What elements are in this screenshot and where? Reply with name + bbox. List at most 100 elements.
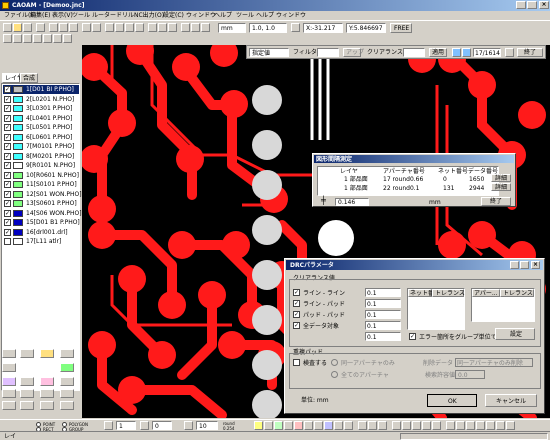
layer-color-swatch[interactable] [13, 200, 23, 207]
layer-row[interactable]: ✓ 8[M0201 P.PHO] [3, 152, 79, 161]
tool-icon[interactable] [33, 34, 42, 43]
layer-visibility-checkbox[interactable]: ✓ [4, 228, 11, 236]
up-icon[interactable] [2, 363, 16, 372]
maximize-button[interactable] [527, 1, 537, 9]
layer-color-swatch[interactable] [13, 124, 23, 131]
layer-visibility-checkbox[interactable]: ✓ [4, 114, 11, 122]
cut-icon[interactable] [49, 23, 58, 32]
tool-icon[interactable] [284, 421, 293, 430]
layer-row[interactable]: ✓ 13[S0601 P.PHO] [3, 199, 79, 208]
tool-icon[interactable] [432, 421, 441, 430]
measure-ok-button[interactable]: 終了 [481, 197, 511, 206]
palette-icon[interactable] [60, 401, 74, 410]
menu-item[interactable]: 編集(E) [30, 12, 50, 19]
layer-row[interactable]: ✓ 9[R0101 N.PHO] [3, 161, 79, 170]
minimize-button[interactable] [516, 1, 526, 9]
layer-row[interactable]: ✓ 10[R0601 N.PHO] [3, 171, 79, 180]
grid-icon[interactable] [148, 23, 157, 32]
copy-icon[interactable] [60, 349, 74, 358]
palette-icon[interactable] [20, 389, 34, 398]
menu-item[interactable]: 設定(C) [163, 12, 184, 19]
minimize-button[interactable] [510, 261, 519, 269]
prev-icon[interactable] [452, 48, 461, 57]
tool-icon[interactable] [402, 421, 411, 430]
info-icon[interactable] [201, 23, 210, 32]
tool-icon[interactable] [422, 421, 431, 430]
tool-icon[interactable] [368, 421, 377, 430]
layer-visibility-checkbox[interactable]: ✓ [4, 162, 11, 169]
menu-item[interactable]: ヘルプ [214, 12, 232, 19]
mode-select[interactable]: 指定値 [249, 48, 289, 57]
tolerance-input[interactable]: 0.0 [455, 370, 485, 379]
open-icon[interactable] [13, 23, 22, 32]
folder-icon[interactable] [40, 349, 54, 358]
layer-row[interactable]: ✓ 15[D01 B1 P.PHO] [3, 218, 80, 227]
menu-item[interactable]: ツール [236, 12, 254, 19]
zoom-fit-icon[interactable] [125, 23, 134, 32]
tool-icon[interactable] [486, 421, 495, 430]
menu-item[interactable]: NC出力(O) [134, 12, 164, 19]
tool-icon[interactable] [358, 421, 367, 430]
layer-color-swatch[interactable] [13, 95, 23, 103]
delete-data-select[interactable]: 同一アパーチャのみ削除 [455, 358, 533, 367]
tool-icon[interactable] [13, 34, 22, 43]
measure-icon[interactable] [168, 23, 177, 32]
tool-icon[interactable] [334, 421, 343, 430]
layer-visibility-checkbox[interactable]: ✓ [4, 86, 11, 93]
layer-icon[interactable] [181, 23, 190, 32]
layer-color-swatch[interactable] [13, 171, 23, 179]
layer-visibility-checkbox[interactable]: ✓ [4, 190, 11, 198]
line-line-input[interactable]: 0.1 [365, 288, 401, 297]
layer-row[interactable]: ✓ 5[L0501 P.PHO] [3, 123, 79, 132]
layer-color-swatch[interactable] [13, 86, 23, 93]
layer-row[interactable]: ✓ 4[L0401 P.PHO] [3, 114, 79, 123]
ok-button[interactable]: OK [427, 394, 477, 407]
layer-color-swatch[interactable] [13, 162, 23, 169]
cancel-button[interactable]: キャンセル [485, 394, 537, 407]
tab-composite[interactable]: 合成 [20, 73, 38, 83]
tool-icon[interactable] [254, 421, 263, 430]
unit-select[interactable]: mm [218, 23, 246, 33]
free-button[interactable]: FREE [390, 23, 412, 33]
radio-same-aperture[interactable] [331, 359, 338, 366]
first-icon[interactable] [505, 48, 514, 57]
layer-visibility-checkbox[interactable]: ✓ [4, 152, 11, 160]
palette-icon[interactable] [40, 377, 54, 386]
palette-icon[interactable] [40, 389, 54, 398]
tool-icon[interactable] [466, 421, 475, 430]
close-button[interactable]: × [531, 261, 540, 269]
tool-icon[interactable] [446, 421, 455, 430]
snap-icon[interactable] [158, 23, 167, 32]
zoom-in-icon[interactable] [105, 23, 114, 32]
apply-button[interactable]: アップ [343, 48, 364, 57]
zoom-out-icon[interactable] [115, 23, 124, 32]
all-data-input[interactable]: 0.1 [365, 321, 401, 330]
layer-color-swatch[interactable] [13, 238, 23, 245]
zoom-select[interactable]: 1.0, 1.0 [249, 23, 287, 33]
menu-item[interactable]: 表示(V) [52, 12, 73, 19]
check-group-display[interactable]: ✓ [409, 333, 416, 340]
check-line-line[interactable]: ✓ [293, 289, 300, 296]
palette-icon[interactable] [2, 389, 16, 398]
palette-icon[interactable] [60, 389, 74, 398]
tool-icon[interactable] [324, 421, 333, 430]
value3-field[interactable]: 10 [196, 421, 218, 430]
net-tolerance-table[interactable]: ネット番 トレランス [407, 288, 465, 330]
layer-row[interactable]: ✓ 16[drl001.drl] [3, 228, 79, 237]
maximize-button[interactable] [520, 261, 529, 269]
layer-row[interactable]: ✓ 6[L0601 P.PHO] [3, 133, 79, 142]
save-icon[interactable] [23, 23, 32, 32]
tool-icon[interactable] [506, 421, 515, 430]
redraw-icon[interactable] [135, 23, 144, 32]
home-icon[interactable] [2, 349, 16, 358]
delete-icon[interactable] [20, 349, 34, 358]
tool-icon[interactable] [392, 421, 401, 430]
tool-icon[interactable] [3, 34, 12, 43]
layer-color-swatch[interactable] [13, 181, 23, 188]
check-pad-pad[interactable]: ✓ [293, 311, 300, 318]
copy-icon[interactable] [59, 23, 68, 32]
palette-icon[interactable] [20, 377, 34, 386]
tool-icon[interactable] [304, 421, 313, 430]
layer-color-swatch[interactable] [13, 152, 23, 160]
tool-icon[interactable] [53, 34, 62, 43]
